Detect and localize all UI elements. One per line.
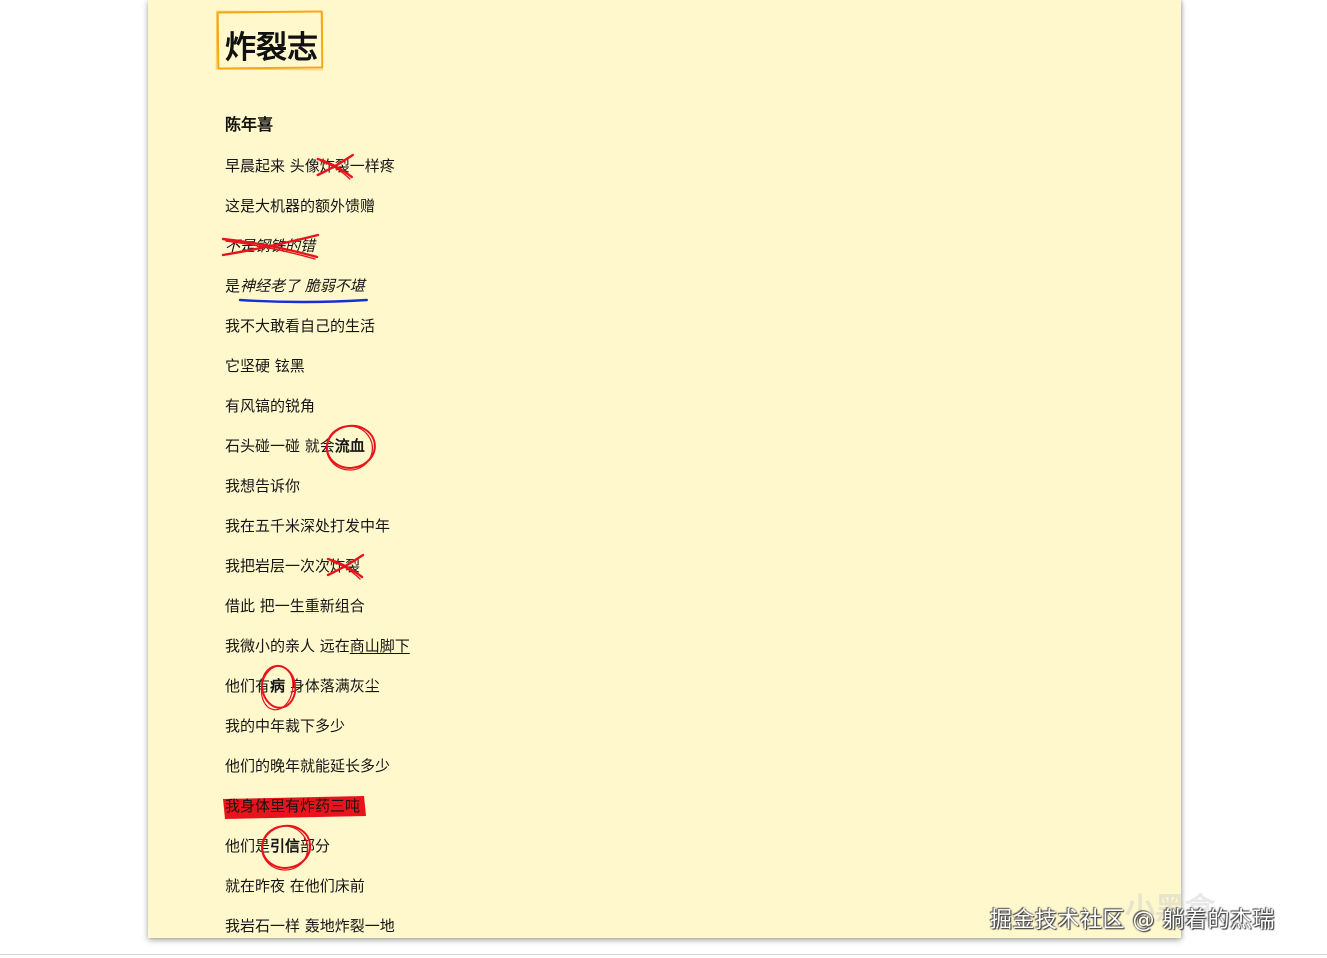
poem-line: 借此 把一生重新组合 bbox=[225, 596, 365, 616]
poem-line: 这是大机器的额外馈赠 bbox=[225, 196, 375, 216]
line-text: 我在五千米深处打发中年 bbox=[225, 517, 391, 535]
line-text: 石头碰一碰 就会 bbox=[225, 437, 335, 455]
line-text: 我想告诉你 bbox=[225, 477, 301, 495]
poem-line: 我的中年裁下多少 bbox=[225, 716, 345, 736]
marked-text-highlight-red: 我身体里有炸药三吨 bbox=[225, 797, 361, 815]
poem-line: 我在五千米深处打发中年 bbox=[225, 516, 390, 536]
line-text: 商山脚下 bbox=[349, 637, 410, 655]
line-text: 这是大机器的额外馈赠 bbox=[225, 197, 376, 215]
line-text: 部分 bbox=[300, 837, 331, 855]
line-text: 是 bbox=[225, 277, 241, 295]
poem-line: 就在昨夜 在他们床前 bbox=[225, 876, 365, 896]
marked-text-circle: 病 bbox=[270, 677, 286, 695]
poem-line: 他们有病 身体落满灰尘 bbox=[225, 676, 380, 696]
line-text: 它坚硬 铉黑 bbox=[225, 357, 305, 375]
line-text: 他们的晚年就能延长多少 bbox=[225, 757, 391, 775]
poem-line: 我身体里有炸药三吨 bbox=[225, 796, 360, 816]
line-text: 我微小的亲人 远在 bbox=[225, 637, 350, 655]
line-text: 借此 把一生重新组合 bbox=[225, 597, 365, 615]
line-text: 一样疼 bbox=[349, 157, 395, 175]
marked-text-cross: 炸裂 bbox=[330, 557, 361, 575]
line-text: 我不大敢看自己的生活 bbox=[225, 317, 376, 335]
line-text: 身体落满灰尘 bbox=[285, 677, 380, 695]
line-text: 就在昨夜 在他们床前 bbox=[225, 877, 365, 895]
poem-line: 早晨起来 头像炸裂一样疼 bbox=[225, 156, 395, 176]
poem-line: 我把岩层一次次炸裂 bbox=[225, 556, 360, 576]
window-bottom-divider bbox=[0, 954, 1327, 955]
poem-line: 我想告诉你 bbox=[225, 476, 300, 496]
line-text: 我岩石一样 轰地炸裂一地 bbox=[225, 917, 395, 935]
line-text: 我把岩层一次次 bbox=[225, 557, 331, 575]
line-text: 他们有 bbox=[225, 677, 271, 695]
poem-line: 我岩石一样 轰地炸裂一地 bbox=[225, 916, 395, 936]
poem-title: 炸裂志 bbox=[225, 30, 318, 66]
poem-line: 不是钢铁的错 bbox=[225, 236, 315, 256]
line-text: 我的中年裁下多少 bbox=[225, 717, 346, 735]
marked-text-cross: 炸裂 bbox=[319, 157, 350, 175]
marked-text-underline-blue: 神经老了 脆弱不堪 bbox=[240, 277, 365, 295]
poem-line: 我微小的亲人 远在商山脚下 bbox=[225, 636, 410, 656]
marked-text-cross: 不是钢铁的错 bbox=[225, 237, 316, 255]
line-text: 他们是 bbox=[225, 837, 271, 855]
poem-line: 石头碰一碰 就会流血 bbox=[225, 436, 365, 456]
marked-text-circle: 流血 bbox=[334, 437, 365, 455]
poem-line: 是神经老了 脆弱不堪 bbox=[225, 276, 365, 296]
watermark-text: 掘金技术社区 @ 躺着的杰瑞 bbox=[990, 908, 1275, 933]
poem-line: 他们的晚年就能延长多少 bbox=[225, 756, 390, 776]
poem-line: 他们是引信部分 bbox=[225, 836, 330, 856]
poem-author: 陈年喜 bbox=[225, 115, 274, 134]
line-text: 有风镐的锐角 bbox=[225, 397, 316, 415]
line-text: 早晨起来 头像 bbox=[225, 157, 320, 175]
poem-line: 有风镐的锐角 bbox=[225, 396, 315, 416]
marked-text-circle: 引信 bbox=[270, 837, 301, 855]
poem-line: 我不大敢看自己的生活 bbox=[225, 316, 375, 336]
poem-line: 它坚硬 铉黑 bbox=[225, 356, 305, 376]
